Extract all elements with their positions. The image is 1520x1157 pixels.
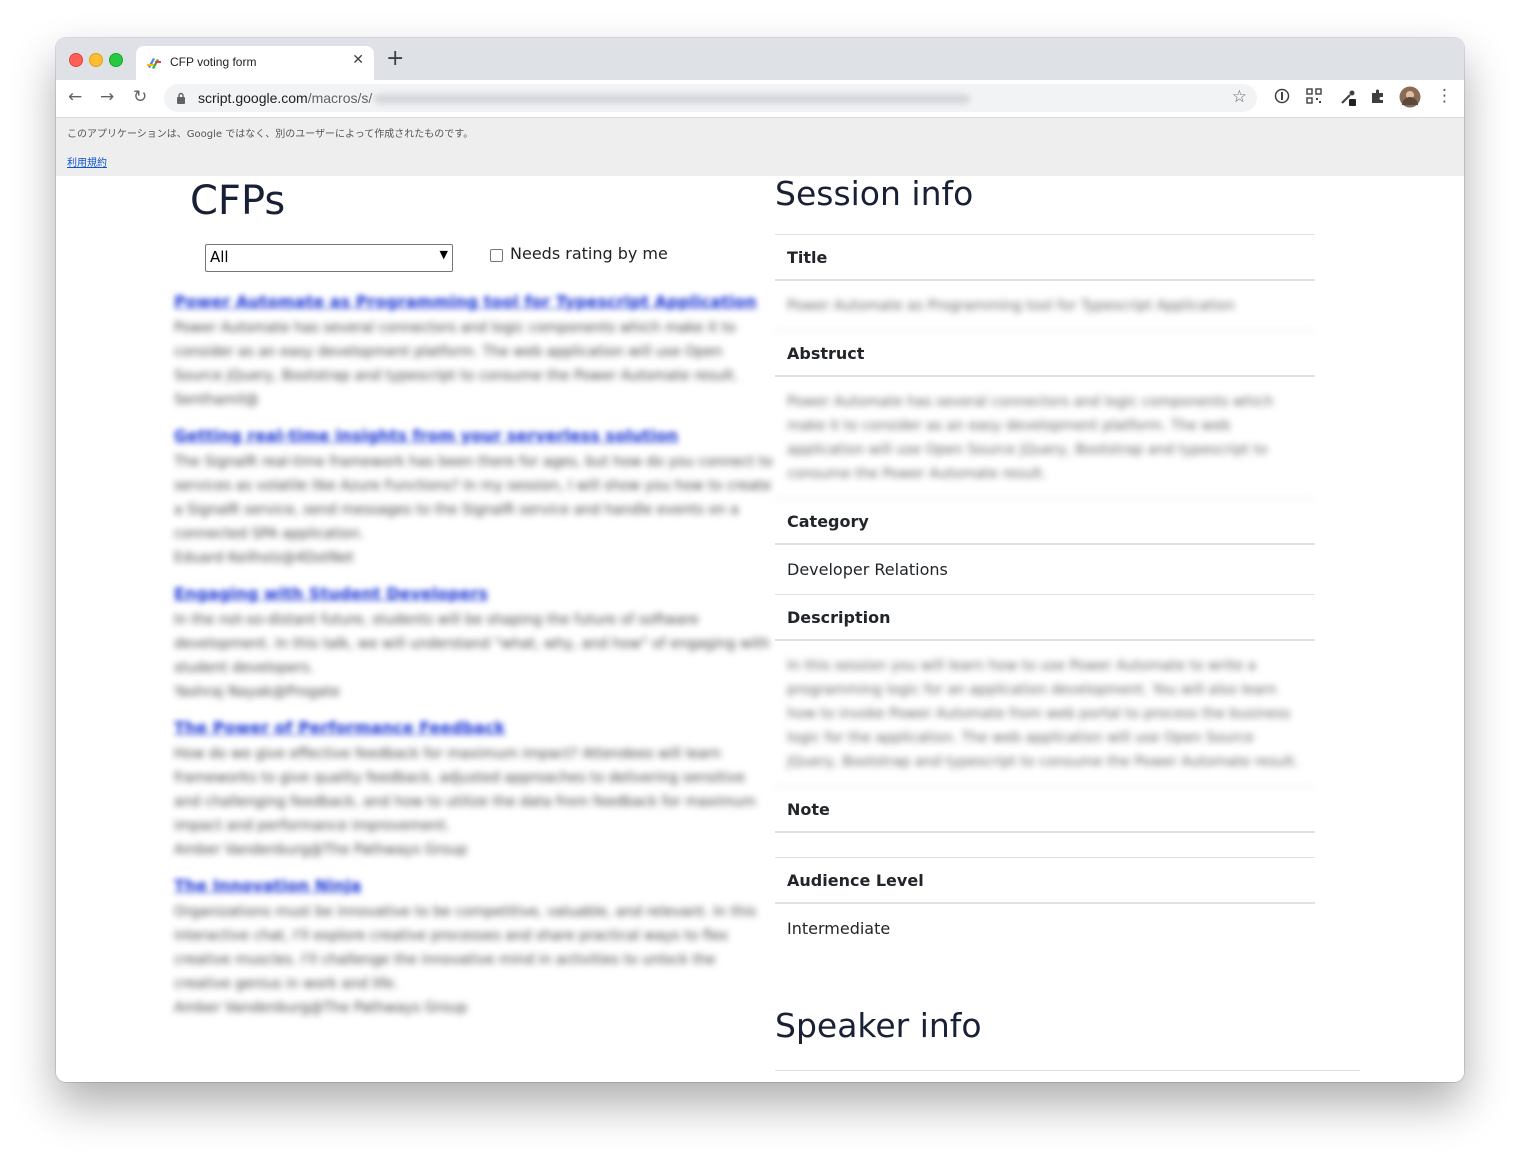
field-value-category: Developer Relations	[775, 545, 1315, 595]
cfp-description: How do we give effective feedback for ma…	[174, 746, 756, 834]
url-host: script.google.com	[198, 90, 308, 106]
apps-script-icon	[147, 58, 161, 69]
cfp-description: In the not-so-distant future, students w…	[174, 612, 770, 676]
qr-code-icon[interactable]	[1306, 88, 1322, 104]
new-tab-button[interactable]: +	[386, 48, 404, 70]
cfp-author: Amber Vandenburg@The Pathways Group	[174, 1000, 468, 1016]
field-label-audience-level: Audience Level	[775, 858, 1315, 904]
apps-script-warning-banner: このアプリケーションは、Google ではなく、別のユーザーによって作成されたも…	[56, 118, 1464, 176]
url-text: script.google.com/macros/s/	[198, 90, 971, 106]
cfp-author: Amber Vandenburg@The Pathways Group	[174, 842, 468, 858]
field-value-audience-level: Intermediate	[787, 919, 891, 938]
eyedropper-extension-icon[interactable]	[1339, 88, 1357, 106]
filter-selected-value: All	[210, 248, 229, 266]
url-path: /macros/s/	[307, 90, 373, 106]
cfp-author: Yashraj Nayak@Progate	[174, 684, 340, 700]
url-redacted	[374, 94, 971, 105]
cfp-title-link[interactable]: The Power of Performance Feedback	[174, 714, 774, 742]
extensions-puzzle-icon[interactable]	[1370, 88, 1386, 104]
field-label-category: Category	[775, 499, 1315, 545]
list-item: Power Automate as Programming tool for T…	[174, 288, 774, 412]
speaker-info-heading: Speaker info	[775, 1006, 982, 1045]
cfps-heading: CFPs	[190, 178, 286, 224]
field-label-abstract: Abstruct	[775, 331, 1315, 377]
lock-icon	[177, 92, 185, 104]
cfp-description: Organizations must be innovative to be c…	[174, 904, 757, 992]
chevron-down-icon: ▼	[439, 248, 448, 261]
password-manager-icon[interactable]	[1274, 88, 1290, 104]
back-arrow-icon[interactable]: ←	[68, 87, 82, 107]
close-tab-icon[interactable]: ✕	[352, 52, 364, 68]
cfp-title-link[interactable]: The Innovation Ninja	[174, 872, 774, 900]
category-filter-select[interactable]: All ▼	[205, 244, 453, 272]
bookmark-star-icon[interactable]: ☆	[1232, 87, 1247, 107]
minimize-window-button[interactable]	[89, 53, 103, 67]
zoom-window-button[interactable]	[109, 53, 123, 67]
reload-icon[interactable]: ↻	[133, 87, 147, 107]
session-info-heading: Session info	[775, 176, 974, 213]
speaker-table-divider	[775, 1070, 1360, 1071]
session-info-table: Title Power Automate as Programming tool…	[775, 234, 1315, 953]
list-item: Getting real-time insights from your ser…	[174, 422, 774, 570]
field-value-abstract: Power Automate has several connectors an…	[775, 377, 1315, 499]
field-label-title: Title	[775, 235, 1315, 281]
cfp-title-link[interactable]: Getting real-time insights from your ser…	[174, 422, 774, 450]
terms-of-service-link[interactable]: 利用規約	[67, 154, 107, 169]
list-item: Engaging with Student Developers In the …	[174, 580, 774, 704]
tab-cfp-voting-form[interactable]: CFP voting form ✕	[136, 46, 374, 80]
cfp-description: Power Automate has several connectors an…	[174, 320, 739, 384]
cfp-description: The SignalR real-time framework has been…	[174, 454, 773, 542]
field-value-description: In this session you will learn how to us…	[775, 641, 1315, 787]
field-value-title: Power Automate as Programming tool for T…	[775, 281, 1315, 331]
needs-rating-checkbox[interactable]	[490, 249, 503, 262]
cfp-list: Power Automate as Programming tool for T…	[174, 288, 774, 1030]
tab-title: CFP voting form	[170, 55, 257, 69]
close-window-button[interactable]	[69, 53, 83, 67]
field-label-description: Description	[775, 595, 1315, 641]
needs-rating-label: Needs rating by me	[510, 244, 668, 263]
cfp-author: Senthamil@	[174, 392, 259, 408]
field-value-note	[775, 833, 1315, 858]
browser-menu-icon[interactable]: ⋮	[1436, 86, 1453, 106]
tab-strip: CFP voting form ✕ +	[56, 38, 1464, 80]
page-content: CFPs All ▼ Needs rating by me Power Auto…	[56, 176, 1464, 1082]
profile-avatar[interactable]	[1399, 86, 1421, 108]
forward-arrow-icon[interactable]: →	[100, 87, 114, 107]
browser-toolbar: ← → ↻ script.google.com/macros/s/ ☆ ⋮	[56, 80, 1464, 118]
cfp-author: Eduard Keilholz@4DotNet	[174, 550, 354, 566]
list-item: The Power of Performance Feedback How do…	[174, 714, 774, 862]
address-bar[interactable]: script.google.com/macros/s/ ☆	[164, 84, 1257, 112]
list-item: The Innovation Ninja Organizations must …	[174, 872, 774, 1020]
banner-notice: このアプリケーションは、Google ではなく、別のユーザーによって作成されたも…	[67, 129, 474, 140]
cfp-title-link[interactable]: Power Automate as Programming tool for T…	[174, 288, 774, 316]
browser-window: CFP voting form ✕ + ← → ↻ script.google.…	[56, 38, 1464, 1082]
cfp-title-link[interactable]: Engaging with Student Developers	[174, 580, 774, 608]
field-label-note: Note	[775, 787, 1315, 833]
